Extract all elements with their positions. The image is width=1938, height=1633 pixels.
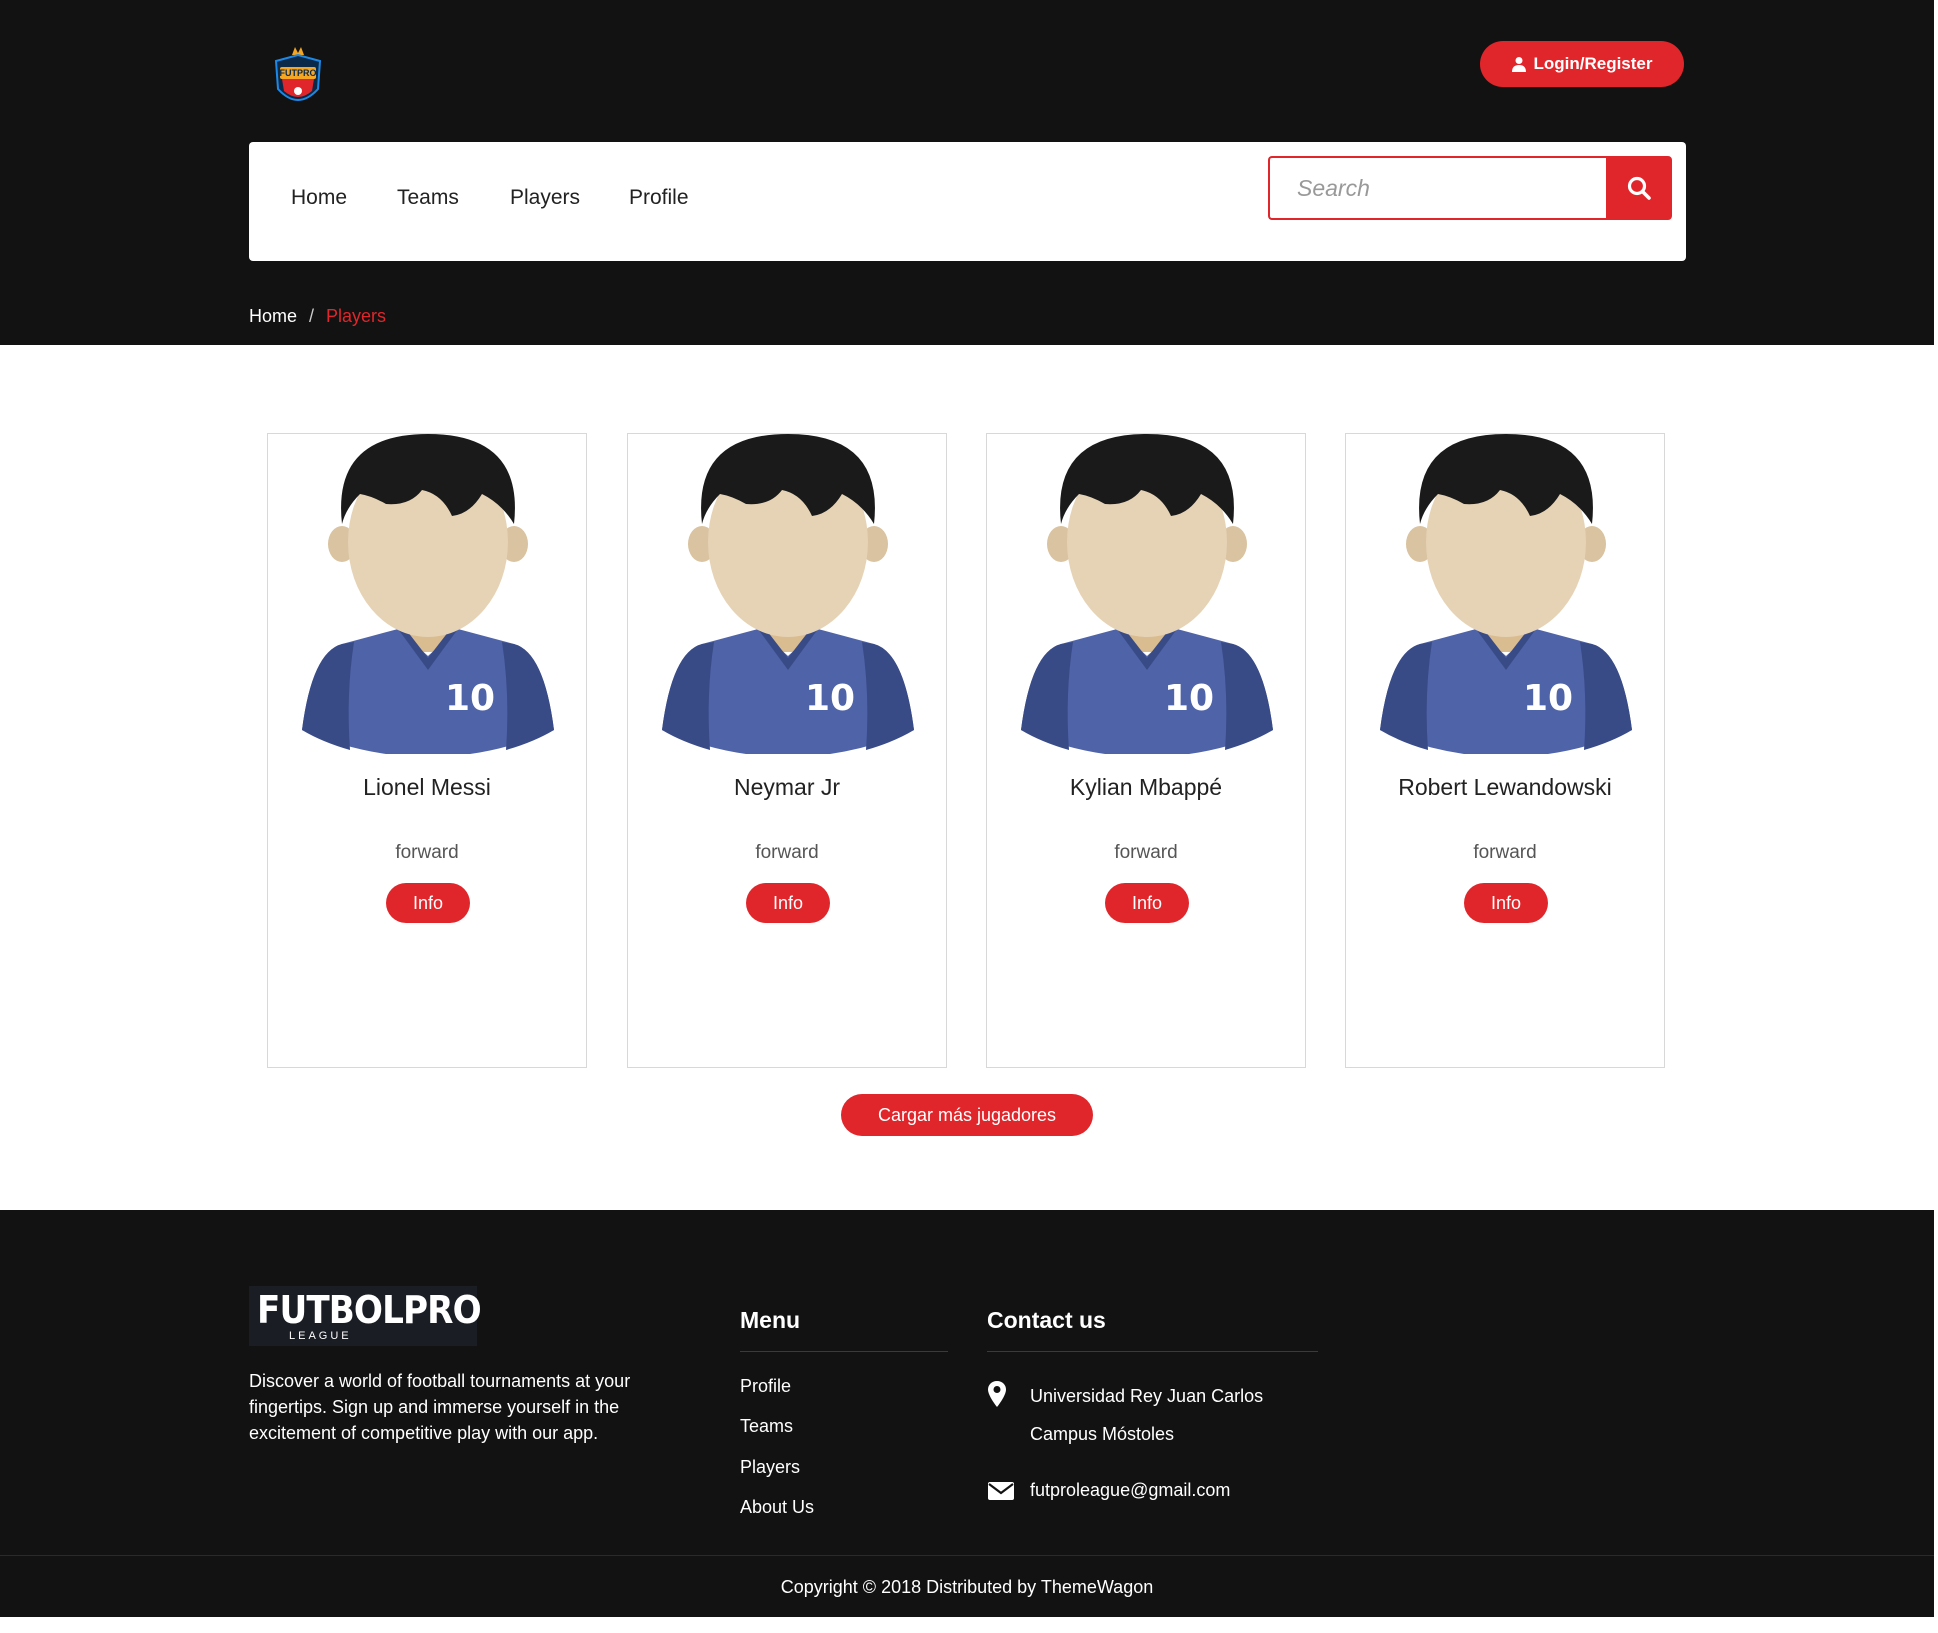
player-card: 10 Robert Lewandowski forward Info: [1345, 433, 1665, 1068]
footer-link-players[interactable]: Players: [740, 1457, 800, 1478]
contact-email[interactable]: futproleague@gmail.com: [1030, 1480, 1230, 1501]
nav-profile[interactable]: Profile: [629, 186, 689, 210]
footer-menu-title: Menu: [740, 1307, 801, 1333]
search-button[interactable]: [1606, 156, 1672, 220]
svg-text:10: 10: [445, 678, 495, 719]
svg-text:10: 10: [805, 678, 855, 719]
info-button[interactable]: Info: [746, 883, 830, 923]
contact-address-line2: Campus Móstoles: [1030, 1424, 1175, 1444]
footer-menu-divider: [740, 1351, 948, 1352]
player-name: Lionel Messi: [363, 774, 491, 800]
search-input[interactable]: [1295, 173, 1579, 203]
player-avatar: 10: [302, 434, 554, 754]
footer-link-about-us[interactable]: About Us: [740, 1497, 814, 1518]
load-more-players-button[interactable]: Cargar más jugadores: [841, 1094, 1093, 1136]
player-position: forward: [395, 842, 459, 863]
footer-link-teams[interactable]: Teams: [740, 1416, 793, 1437]
search-icon: [1627, 176, 1651, 200]
footer-description: Discover a world of football tournaments…: [249, 1371, 631, 1443]
user-icon: [1512, 57, 1527, 72]
svg-text:10: 10: [1523, 678, 1573, 719]
footer-logo-sub: LEAGUE: [289, 1330, 352, 1342]
player-name: Robert Lewandowski: [1398, 774, 1612, 800]
player-avatar: 10: [1021, 434, 1273, 754]
breadcrumb-separator: /: [309, 306, 315, 326]
site-footer: FUTBOLPRO LEAGUE Discover a world of foo…: [0, 1210, 1934, 1617]
breadcrumb-home[interactable]: Home: [249, 306, 297, 327]
footer-link-profile[interactable]: Profile: [740, 1376, 791, 1397]
player-avatar: 10: [662, 434, 914, 754]
nav-players[interactable]: Players: [510, 186, 580, 210]
breadcrumb: Home / Players: [249, 306, 386, 327]
breadcrumb-current: Players: [326, 306, 387, 326]
svg-text:10: 10: [1164, 678, 1214, 719]
footer-bottom-divider: [0, 1555, 1934, 1556]
player-position: forward: [755, 842, 819, 863]
copyright-text: Copyright © 2018 Distributed by ThemeWag…: [780, 1577, 1154, 1597]
svg-text:FUTPRO: FUTPRO: [280, 68, 317, 78]
player-card: 10 Kylian Mbappé forward Info: [986, 433, 1306, 1068]
login-register-button[interactable]: Login/Register: [1480, 41, 1684, 87]
player-avatar: 10: [1380, 434, 1632, 754]
search-field: [1268, 156, 1606, 220]
main-navbar: Home Teams Players Profile: [249, 142, 1686, 261]
player-card: 10 Lionel Messi forward Info: [267, 433, 587, 1068]
location-pin-icon: [988, 1381, 1006, 1407]
site-header: FUTPRO Login/Register Home Teams Players…: [0, 0, 1934, 345]
info-button[interactable]: Info: [1464, 883, 1548, 923]
footer-contact-title: Contact us: [987, 1307, 1106, 1333]
footer-contact-divider: [987, 1351, 1318, 1352]
player-position: forward: [1473, 842, 1537, 863]
player-position: forward: [1114, 842, 1178, 863]
player-name: Kylian Mbappé: [1069, 774, 1223, 800]
envelope-icon: [988, 1482, 1014, 1500]
nav-home[interactable]: Home: [291, 186, 347, 210]
info-button[interactable]: Info: [1105, 883, 1189, 923]
footer-logo: FUTBOLPRO LEAGUE: [249, 1286, 482, 1346]
player-name: Neymar Jr: [733, 774, 841, 800]
futpro-logo[interactable]: FUTPRO: [270, 45, 326, 117]
contact-address-line1: Universidad Rey Juan Carlos: [1030, 1386, 1264, 1406]
footer-logo-text: FUTBOLPRO: [257, 1288, 482, 1332]
player-card: 10 Neymar Jr forward Info: [627, 433, 947, 1068]
login-register-label: Login/Register: [1533, 54, 1653, 73]
info-button[interactable]: Info: [386, 883, 470, 923]
nav-teams[interactable]: Teams: [397, 186, 459, 210]
